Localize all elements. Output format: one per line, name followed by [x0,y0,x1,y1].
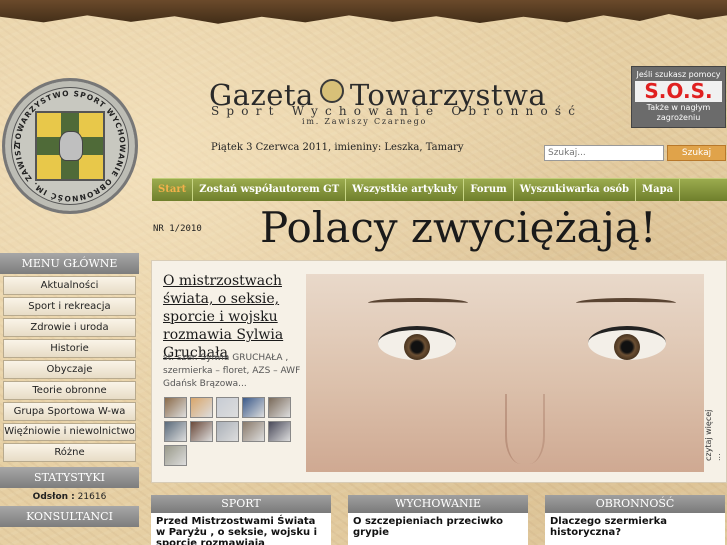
gallery-thumbnail[interactable] [216,421,239,442]
sidebar-item-news[interactable]: Aktualności [3,276,136,295]
top-navigation: Start Zostań współautorem GT Wszystkie a… [152,178,727,201]
category-defense-article[interactable]: Dlaczego szermierka historyczna? [545,513,725,545]
consultants-header: KONSULTANCI [0,506,139,527]
category-sport-article[interactable]: Przed Mistrzostwami Świata w Paryżu , o … [151,513,331,545]
gallery-thumbnail[interactable] [164,397,187,418]
gallery-thumbnail[interactable] [164,421,187,442]
sidebar-item-sports-group[interactable]: Grupa Sportowa W-wa [3,402,136,421]
sidebar-item-defense-theory[interactable]: Teorie obronne [3,381,136,400]
sidebar-item-prisoners[interactable]: Więźniowie i niewolnictwo [3,423,136,441]
nav-forum[interactable]: Forum [464,179,514,201]
category-defense-header[interactable]: OBRONNOŚĆ [545,495,725,513]
nav-people-search[interactable]: Wyszukiwarka osób [514,179,637,201]
society-emblem-logo[interactable]: TOWARZYSTWO SPORT WYCHOWANIE OBRONNOŚĆ I… [2,78,138,214]
category-sport-header[interactable]: SPORT [151,495,331,513]
category-defense: OBRONNOŚĆ Dlaczego szermierka historyczn… [545,495,725,545]
featured-article: O mistrzostwach świata, o seksie, sporci… [151,260,727,483]
gallery-thumbnail[interactable] [216,397,239,418]
sos-note: Także w nagłym zagrożeniu [646,103,711,122]
gallery-thumbnail[interactable] [242,421,265,442]
gallery-thumbnail[interactable] [190,397,213,418]
sos-intro: Jeśli szukasz pomocy [636,70,721,79]
nav-all-articles[interactable]: Wszystkie artykuły [346,179,465,201]
gallery-thumbnail[interactable] [164,445,187,466]
featured-article-title[interactable]: O mistrzostwach świata, o seksie, sporci… [163,272,303,362]
sidebar-item-health[interactable]: Zdrowie i uroda [3,318,136,337]
torn-paper-header [0,0,727,24]
gallery-thumbnail[interactable] [268,421,291,442]
sos-help-banner[interactable]: Jeśli szukasz pomocy S.O.S. Także w nagł… [631,66,726,128]
featured-photo[interactable] [306,274,704,472]
main-menu-header: MENU GŁÓWNE [0,253,139,274]
nav-become-author[interactable]: Zostań współautorem GT [193,179,347,201]
category-upbringing-article[interactable]: O szczepieniach przeciwko grypie [348,513,528,545]
thumbnail-gallery [164,397,294,466]
category-upbringing: WYCHOWANIE O szczepieniach przeciwko gry… [348,495,528,545]
sos-label: S.O.S. [635,81,722,102]
site-subtitle: Sport Wychowanie Obronność [211,104,583,118]
category-sport: SPORT Przed Mistrzostwami Świata w Paryż… [151,495,331,545]
gallery-thumbnail[interactable] [242,397,265,418]
sidebar: MENU GŁÓWNE Aktualności Sport i rekreacj… [0,253,139,527]
read-more-link[interactable]: czytaj więcej ... [704,401,722,461]
featured-article-teaser: st. szer. Sylwia GRUCHAŁA , szermierka –… [163,353,301,389]
sidebar-item-sport[interactable]: Sport i rekreacja [3,297,136,316]
gallery-thumbnail[interactable] [268,397,291,418]
gallery-thumbnail[interactable] [190,421,213,442]
category-upbringing-header[interactable]: WYCHOWANIE [348,495,528,513]
emblem-shield [35,111,105,181]
search-input[interactable] [544,145,664,161]
sidebar-item-misc[interactable]: Różne [3,443,136,462]
seal-icon [319,79,344,103]
date-nameday: Piątek 3 Czerwca 2011, imieniny: Leszka,… [211,142,464,153]
stats-header: STATYSTYKI [0,467,139,488]
issue-number: NR 1/2010 [153,224,202,234]
main-headline: Polacy zwyciężają! [260,203,657,252]
eagle-icon [59,131,83,161]
site-patron: im. Zawiszy Czarnego [302,117,428,126]
nav-map[interactable]: Mapa [636,179,681,201]
search-button[interactable]: Szukaj [667,145,726,161]
sidebar-item-customs[interactable]: Obyczaje [3,360,136,379]
sidebar-item-stories[interactable]: Historie [3,339,136,358]
visit-counter: Odsłon : 21616 [32,492,107,502]
nav-start[interactable]: Start [152,179,194,201]
